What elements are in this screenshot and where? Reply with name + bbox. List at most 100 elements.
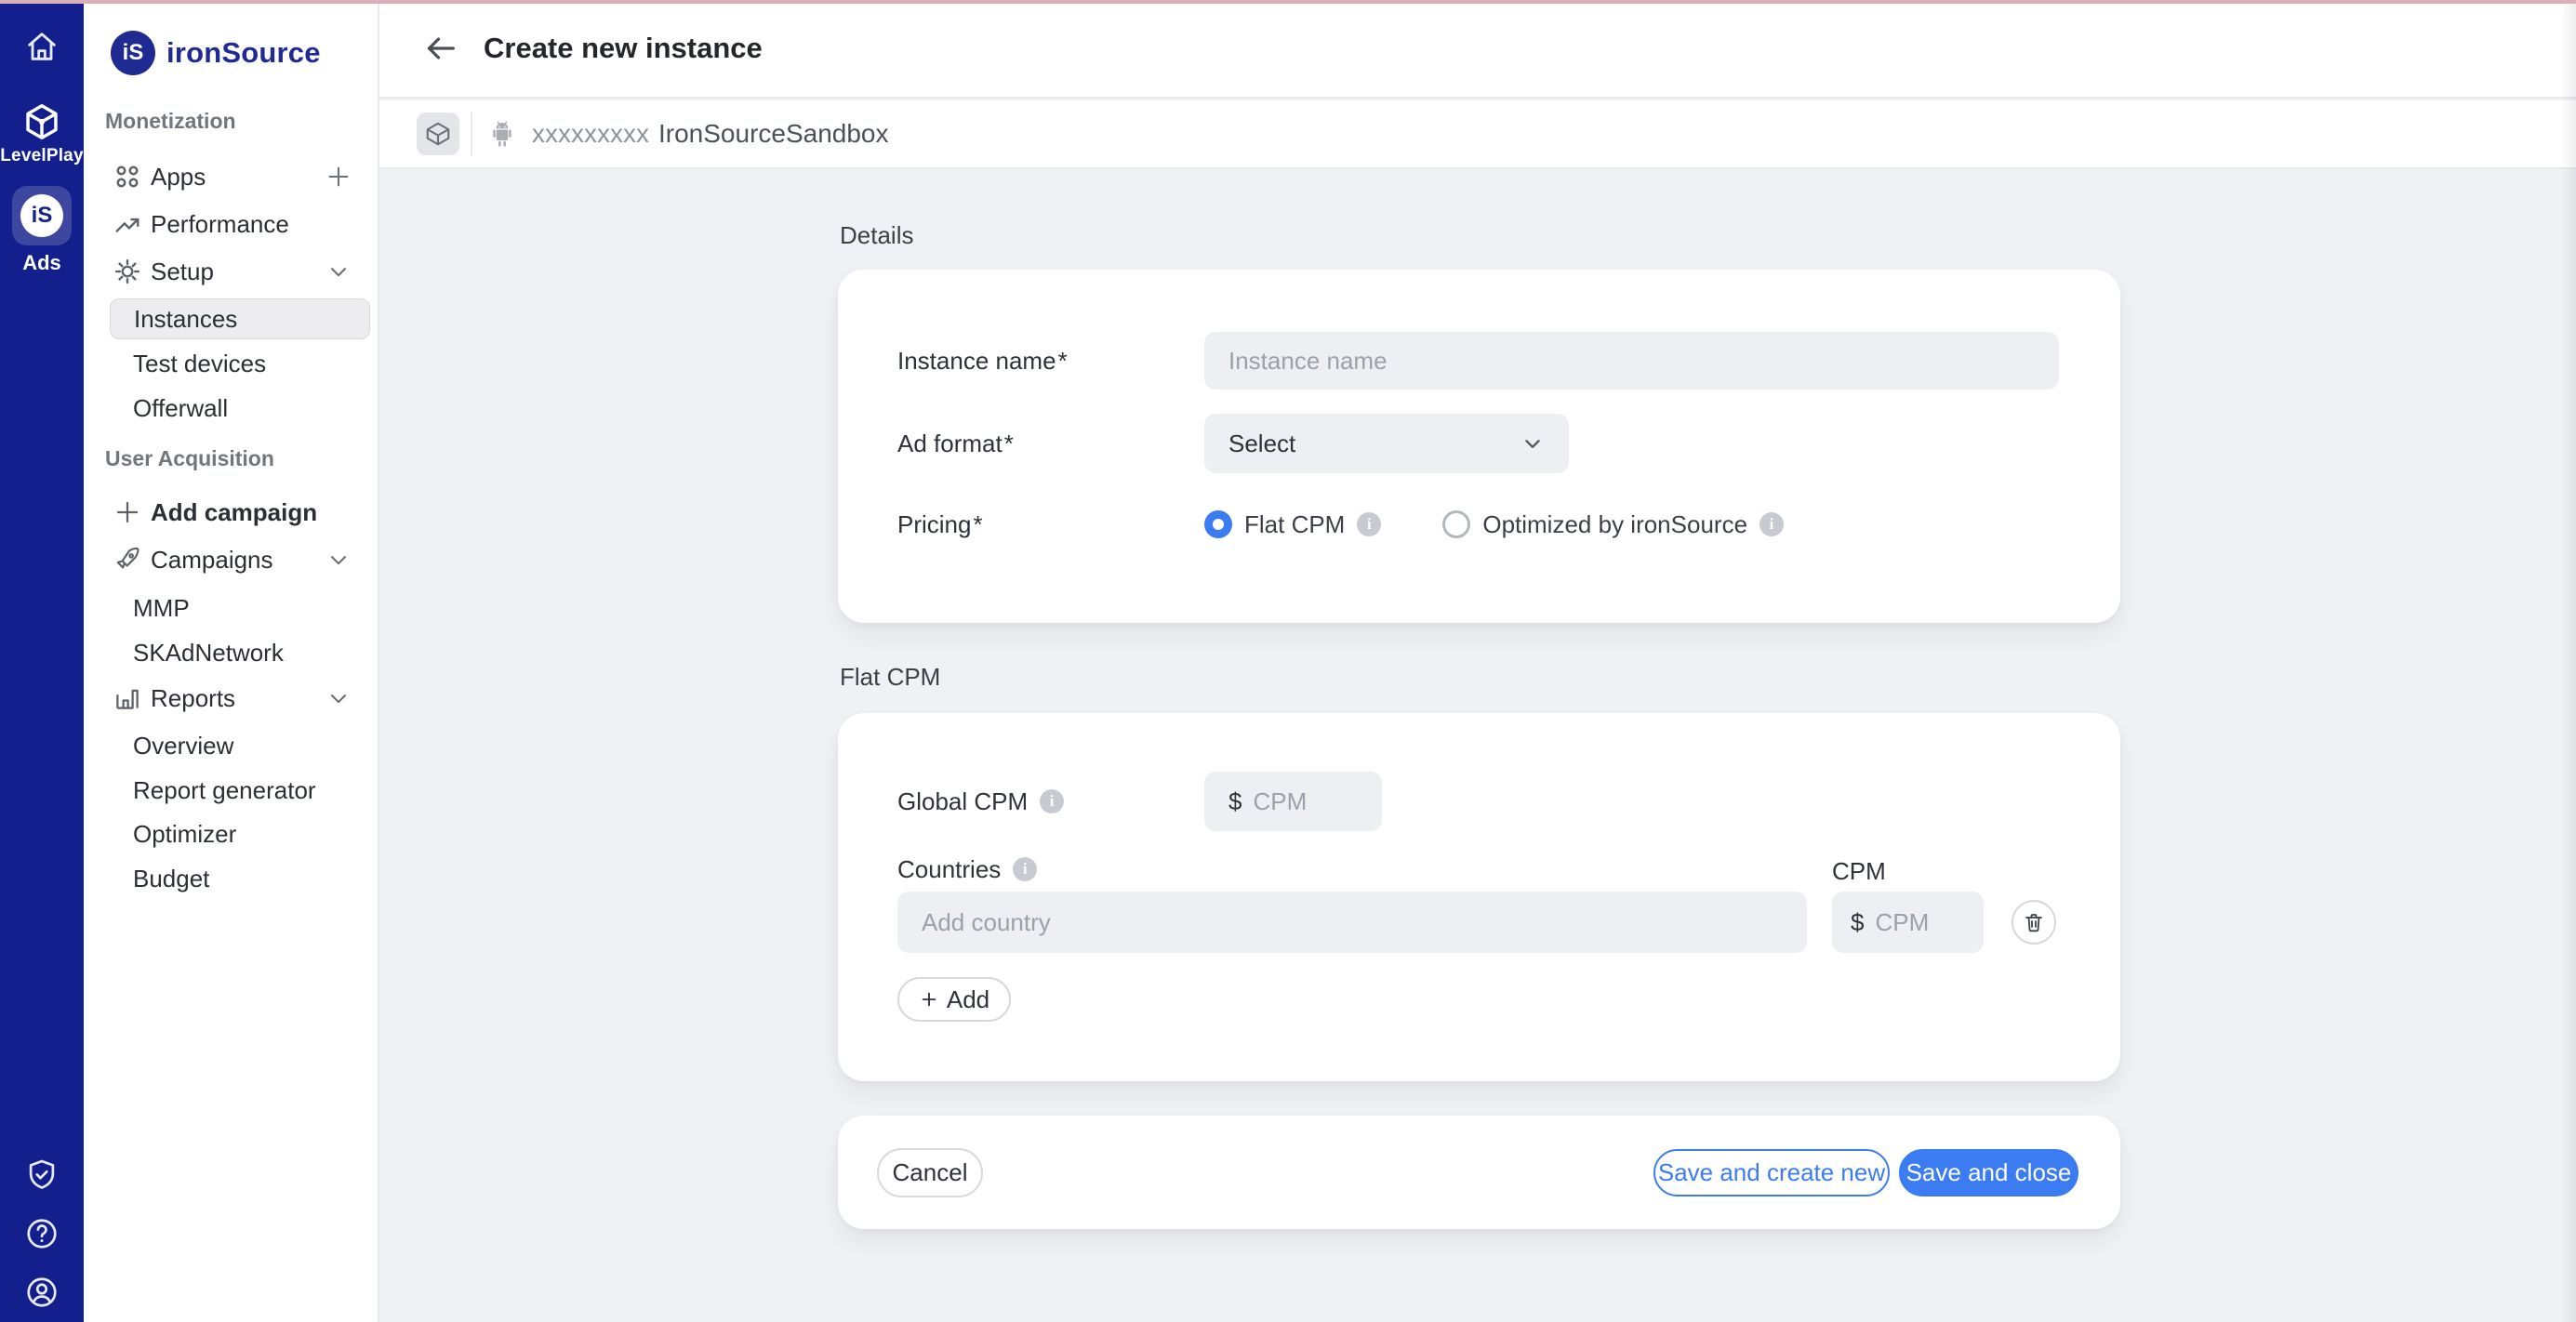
gear-icon xyxy=(113,258,141,285)
window-top-strip xyxy=(0,0,2576,4)
section-label-monetization: Monetization xyxy=(105,109,236,133)
currency-symbol: $ xyxy=(1228,787,1242,816)
delete-country-row-button[interactable] xyxy=(2012,900,2056,945)
sidebar-item-label: MMP xyxy=(133,594,190,623)
global-cpm-placeholder: CPM xyxy=(1253,787,1307,816)
sidebar-item-label: Add campaign xyxy=(151,498,317,527)
levelplay-unity-icon[interactable] xyxy=(20,100,63,143)
sidebar-item-label: Report generator xyxy=(133,776,316,805)
sidebar: iS ironSource Monetization Apps Performa… xyxy=(84,0,379,1322)
flat-cpm-radio-label[interactable]: Flat CPM xyxy=(1244,510,1345,539)
sidebar-item-instances[interactable]: Instances xyxy=(110,298,370,339)
sidebar-item-performance[interactable]: Performance xyxy=(84,202,379,246)
save-and-close-button[interactable]: Save and close xyxy=(1899,1149,2078,1196)
sidebar-item-label: Setup xyxy=(151,258,214,286)
chevron-down-icon[interactable] xyxy=(325,258,352,284)
sidebar-item-mmp[interactable]: MMP xyxy=(84,586,379,630)
optimized-radio-label[interactable]: Optimized by ironSource xyxy=(1482,510,1747,539)
add-button-label: Add xyxy=(947,985,989,1014)
appbar-divider xyxy=(471,112,472,155)
rail-levelplay-label[interactable]: LevelPlay xyxy=(0,146,84,166)
sidebar-item-overview[interactable]: Overview xyxy=(84,723,379,768)
home-icon[interactable] xyxy=(23,28,60,65)
details-section-title: Details xyxy=(840,221,913,250)
country-cpm-input[interactable]: $ CPM xyxy=(1832,892,1984,953)
sidebar-item-campaigns[interactable]: Campaigns xyxy=(84,537,379,582)
flat-cpm-card: Global CPM $ CPM Countries CPM Add count… xyxy=(838,713,2120,1081)
rail-ads-tile[interactable]: iS xyxy=(12,186,72,245)
country-cpm-placeholder: CPM xyxy=(1875,908,1929,937)
sidebar-item-apps[interactable]: Apps xyxy=(84,154,379,199)
sidebar-item-label: Instances xyxy=(134,305,237,334)
ad-format-label: Ad format* xyxy=(897,430,1204,458)
ad-format-row: Ad format* Select xyxy=(897,414,2083,473)
ironsource-ads-badge: iS xyxy=(20,194,63,237)
create-instance-screen: LevelPlay iS Ads iS ironSource Monetizat… xyxy=(0,0,2576,1322)
app-cube-icon xyxy=(417,112,459,155)
sidebar-item-reports[interactable]: Reports xyxy=(84,676,379,720)
ironsource-logo[interactable]: iS ironSource xyxy=(111,31,321,75)
bar-chart-icon xyxy=(113,684,141,712)
sidebar-item-optimizer[interactable]: Optimizer xyxy=(84,812,379,856)
flat-cpm-radio[interactable] xyxy=(1204,510,1232,538)
sidebar-item-label: Offerwall xyxy=(133,394,228,423)
account-icon[interactable] xyxy=(24,1275,60,1310)
android-icon xyxy=(487,118,517,150)
save-and-create-new-button[interactable]: Save and create new xyxy=(1653,1149,1890,1196)
ad-format-select[interactable]: Select xyxy=(1204,414,1569,473)
sidebar-item-test-devices[interactable]: Test devices xyxy=(84,341,379,386)
pricing-row: Pricing* Flat CPM Optimized by ironSourc… xyxy=(897,498,2083,550)
rocket-icon xyxy=(113,546,141,574)
apps-grid-icon xyxy=(113,163,141,191)
cpm-column-header: CPM xyxy=(1832,857,1886,886)
sidebar-item-label: Budget xyxy=(133,865,209,893)
rail-ads-label[interactable]: Ads xyxy=(0,251,84,275)
instance-name-input[interactable]: Instance name xyxy=(1204,332,2059,390)
flat-cpm-info-icon[interactable] xyxy=(1357,512,1381,536)
chevron-down-icon[interactable] xyxy=(325,547,352,573)
back-arrow-icon[interactable] xyxy=(422,30,459,67)
currency-symbol: $ xyxy=(1851,908,1864,937)
sidebar-item-report-generator[interactable]: Report generator xyxy=(84,768,379,813)
countries-header-row: Countries xyxy=(897,855,2083,883)
pricing-label: Pricing* xyxy=(897,510,1204,539)
chevron-down-icon xyxy=(1520,431,1545,456)
sidebar-item-label: Optimizer xyxy=(133,820,236,849)
shield-check-icon[interactable] xyxy=(24,1157,60,1193)
global-cpm-input[interactable]: $ CPM xyxy=(1204,772,1382,831)
sidebar-item-setup[interactable]: Setup xyxy=(84,249,379,294)
app-rail: LevelPlay iS Ads xyxy=(0,0,84,1322)
sidebar-item-budget[interactable]: Budget xyxy=(84,856,379,901)
help-icon[interactable] xyxy=(24,1216,60,1251)
sidebar-item-label: SKAdNetwork xyxy=(133,639,284,668)
cancel-button[interactable]: Cancel xyxy=(877,1148,983,1197)
app-id-masked: xxxxxxxxx xyxy=(532,119,649,149)
optimized-radio[interactable] xyxy=(1442,510,1470,538)
ironsource-logo-text: ironSource xyxy=(166,36,321,70)
add-country-input[interactable]: Add country xyxy=(897,892,1807,953)
instance-name-row: Instance name* Instance name xyxy=(897,332,2083,390)
details-card: Instance name* Instance name Ad format* … xyxy=(838,270,2120,623)
sidebar-item-add-campaign[interactable]: Add campaign xyxy=(84,490,379,535)
instance-name-placeholder: Instance name xyxy=(1228,347,1388,376)
add-country-placeholder: Add country xyxy=(922,908,1051,937)
sidebar-item-label: Apps xyxy=(151,163,206,192)
countries-info-icon[interactable] xyxy=(1013,857,1037,881)
ironsource-logo-badge: iS xyxy=(111,31,155,75)
sidebar-item-label: Reports xyxy=(151,684,235,713)
optimized-info-icon[interactable] xyxy=(1759,512,1784,536)
page-title: Create new instance xyxy=(484,32,763,65)
sidebar-item-label: Test devices xyxy=(133,350,266,378)
sidebar-item-offerwall[interactable]: Offerwall xyxy=(84,386,379,430)
add-country-row-button[interactable]: Add xyxy=(897,977,1011,1022)
chevron-down-icon[interactable] xyxy=(325,685,352,711)
sidebar-item-label: Overview xyxy=(133,732,233,760)
page-header: Create new instance xyxy=(379,0,2576,99)
sidebar-item-label: Performance xyxy=(151,210,289,239)
global-cpm-info-icon[interactable] xyxy=(1040,789,1064,813)
ad-format-selected-value: Select xyxy=(1228,430,1295,458)
sidebar-item-label: Campaigns xyxy=(151,546,273,575)
sidebar-item-skadnetwork[interactable]: SKAdNetwork xyxy=(84,630,379,675)
section-label-user-acquisition: User Acquisition xyxy=(105,446,274,470)
add-app-plus-icon[interactable] xyxy=(325,164,352,190)
